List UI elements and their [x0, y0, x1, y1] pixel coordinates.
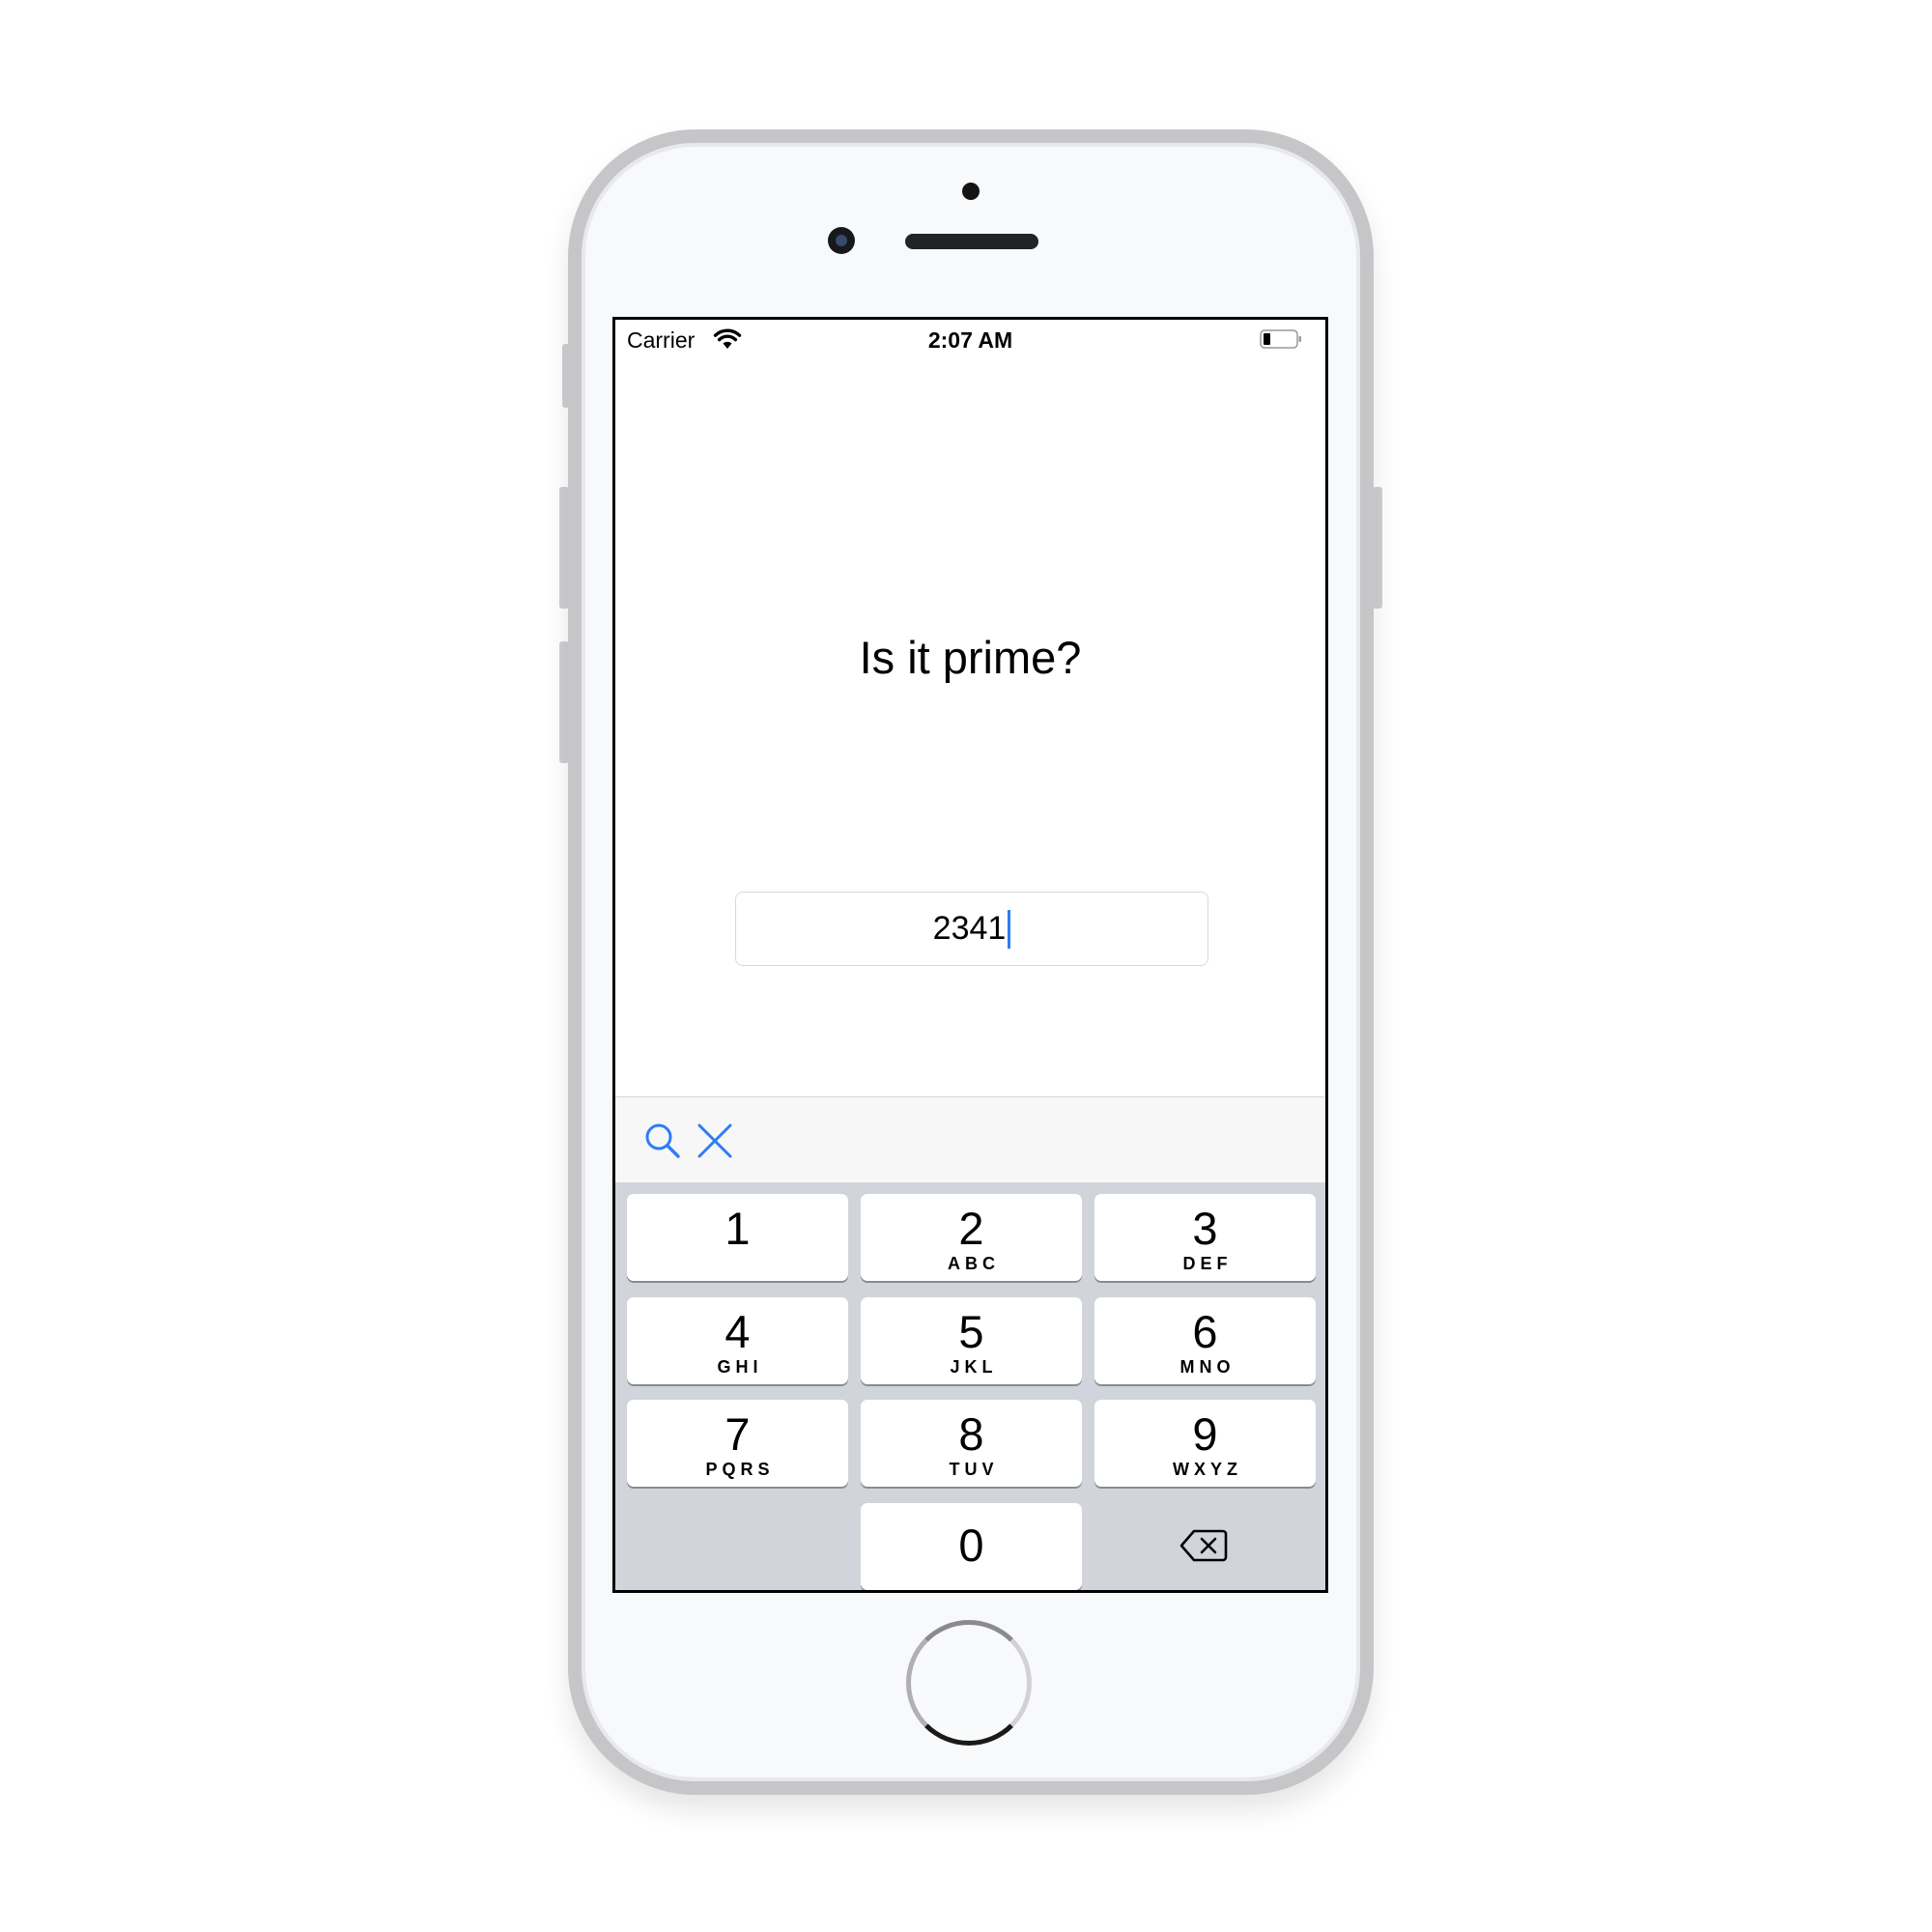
- key-digit: 7: [724, 1408, 751, 1460]
- key-0[interactable]: 0: [861, 1503, 1082, 1590]
- key-5[interactable]: 5 JKL: [861, 1297, 1082, 1384]
- key-digit: 1: [724, 1203, 751, 1254]
- key-digit: 0: [958, 1520, 984, 1571]
- key-letters: JKL: [950, 1357, 998, 1377]
- battery-icon: [1260, 329, 1301, 349]
- key-letters: WXYZ: [1173, 1460, 1242, 1479]
- earpiece-speaker: [905, 234, 1038, 249]
- status-bar: Carrier 2:07 AM: [615, 320, 1325, 358]
- key-digit: 5: [958, 1306, 984, 1357]
- key-digit: 6: [1192, 1306, 1218, 1357]
- key-digit: 3: [1192, 1203, 1218, 1254]
- key-letters: PQRS: [705, 1460, 775, 1479]
- status-time: 2:07 AM: [927, 327, 1013, 353]
- number-input[interactable]: 2341: [735, 892, 1208, 966]
- key-letters: MNO: [1179, 1357, 1236, 1377]
- keyboard-toolbar: [615, 1096, 1325, 1183]
- key-6[interactable]: 6 MNO: [1094, 1297, 1316, 1384]
- close-icon[interactable]: [695, 1121, 735, 1161]
- proximity-sensor: [962, 183, 980, 200]
- text-caret: [1008, 909, 1011, 949]
- front-camera-icon: [828, 227, 855, 254]
- key-digit: 4: [724, 1306, 751, 1357]
- key-letters: GHI: [717, 1357, 763, 1377]
- key-3[interactable]: 3 DEF: [1094, 1194, 1316, 1281]
- key-digit: 2: [958, 1203, 984, 1254]
- key-7[interactable]: 7 PQRS: [627, 1400, 848, 1487]
- power-button: [1373, 487, 1382, 609]
- key-8[interactable]: 8 TUV: [861, 1400, 1082, 1487]
- key-1[interactable]: 1: [627, 1194, 848, 1281]
- key-letters: ABC: [948, 1254, 1000, 1273]
- phone-screen: Carrier 2:07 AM Is it prime? 2341 1 2 AB…: [612, 317, 1328, 1593]
- key-letters: TUV: [949, 1460, 999, 1479]
- key-9[interactable]: 9 WXYZ: [1094, 1400, 1316, 1487]
- backspace-icon: [1179, 1529, 1228, 1562]
- key-2[interactable]: 2 ABC: [861, 1194, 1082, 1281]
- search-icon[interactable]: [642, 1121, 683, 1161]
- number-keypad: 1 2 ABC 3 DEF 4 GHI 5 JKL 6 MNO 7 PQRS 8…: [615, 1182, 1325, 1590]
- key-4[interactable]: 4 GHI: [627, 1297, 848, 1384]
- number-input-value: 2341: [932, 910, 1007, 947]
- home-button[interactable]: [906, 1620, 1032, 1746]
- key-digit: 8: [958, 1408, 984, 1460]
- key-letters: DEF: [1182, 1254, 1233, 1273]
- key-digit: 9: [1192, 1408, 1218, 1460]
- page-title: Is it prime?: [859, 632, 1082, 683]
- delete-key[interactable]: [1094, 1503, 1316, 1590]
